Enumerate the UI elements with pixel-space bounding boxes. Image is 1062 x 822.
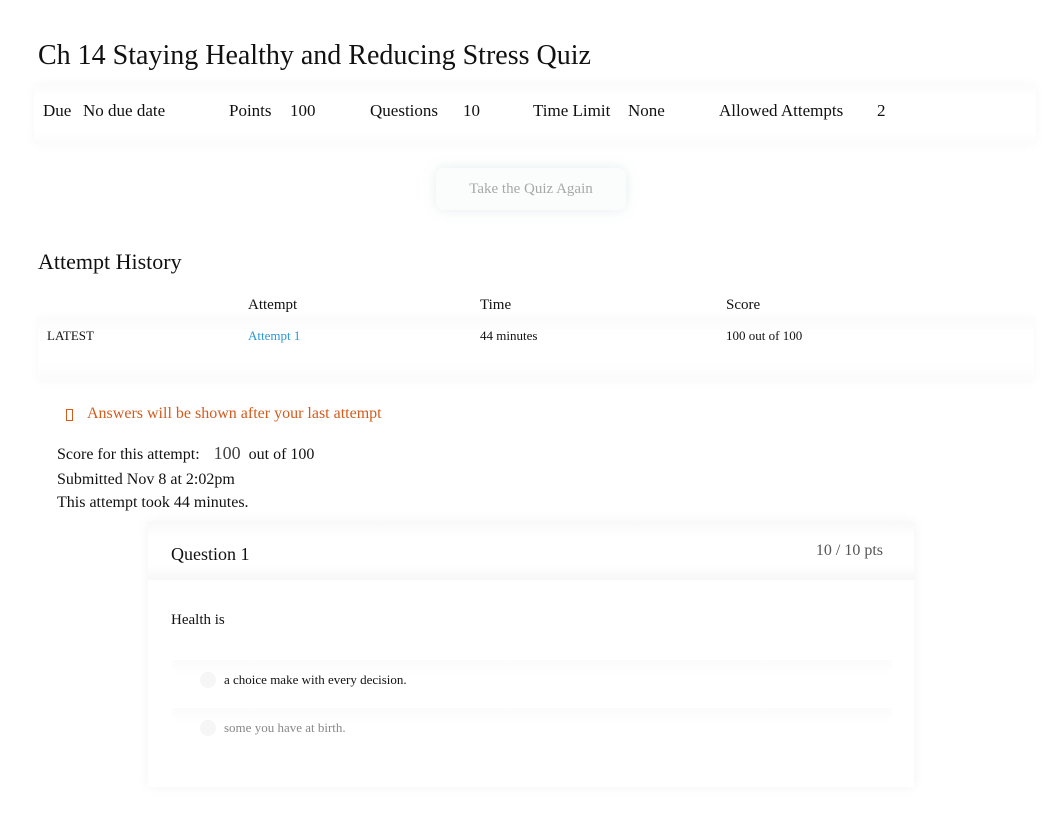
radio-icon[interactable] xyxy=(200,720,216,736)
allowed-attempts-label: Allowed Attempts xyxy=(719,101,844,120)
score-value: 100 xyxy=(213,443,241,463)
attempt-duration: This attempt took 44 minutes. xyxy=(57,494,249,511)
points-value: 100 xyxy=(290,101,316,120)
column-header-attempt: Attempt xyxy=(248,297,298,313)
answers-notice: Answers will be shown after your last at… xyxy=(66,405,382,423)
question-card: Question 1 10 / 10 pts Health is a choic… xyxy=(148,522,914,787)
attempt-history-heading: Attempt History xyxy=(38,249,182,274)
quiz-details-bar: Due No due date Points 100 Questions 10 … xyxy=(34,84,1036,144)
radio-icon[interactable] xyxy=(200,672,216,688)
latest-tag: LATEST xyxy=(47,328,94,343)
due-value: No due date xyxy=(83,101,166,120)
column-header-score: Score xyxy=(726,297,761,313)
time-limit-label: Time Limit xyxy=(533,101,611,120)
page-title: Ch 14 Staying Healthy and Reducing Stres… xyxy=(38,40,591,71)
time-limit-value: None xyxy=(628,101,665,120)
question-header: Question 1 10 / 10 pts xyxy=(148,522,914,580)
allowed-attempts-value: 2 xyxy=(877,101,886,120)
column-header-time: Time xyxy=(480,297,512,313)
score-suffix: out of 100 xyxy=(248,446,315,463)
question-title: Question 1 xyxy=(171,544,250,564)
questions-value: 10 xyxy=(463,101,480,120)
take-quiz-button-container: Take the Quiz Again xyxy=(436,168,626,210)
due-label: Due xyxy=(43,101,72,120)
answer-label: some you have at birth. xyxy=(224,720,346,735)
submitted-time: Submitted Nov 8 at 2:02pm xyxy=(57,471,235,488)
answer-label: a choice make with every decision. xyxy=(224,672,407,687)
question-points: 10 / 10 pts xyxy=(815,542,883,559)
attempt-time: 44 minutes xyxy=(480,328,538,343)
attempt-score: 100 out of 100 xyxy=(726,328,803,343)
warning-icon xyxy=(66,409,73,421)
notice-text: Answers will be shown after your last at… xyxy=(87,405,382,422)
score-label: Score for this attempt: xyxy=(57,446,200,463)
answer-option[interactable]: a choice make with every decision. xyxy=(172,660,892,700)
attempt-link[interactable]: Attempt 1 xyxy=(248,328,300,343)
points-label: Points xyxy=(229,101,272,120)
score-line: Score for this attempt: 100 out of 100 xyxy=(57,443,314,464)
answer-option[interactable]: some you have at birth. xyxy=(172,708,892,748)
question-text: Health is xyxy=(171,612,225,628)
questions-label: Questions xyxy=(370,101,438,120)
take-quiz-again-button[interactable]: Take the Quiz Again xyxy=(436,168,626,210)
